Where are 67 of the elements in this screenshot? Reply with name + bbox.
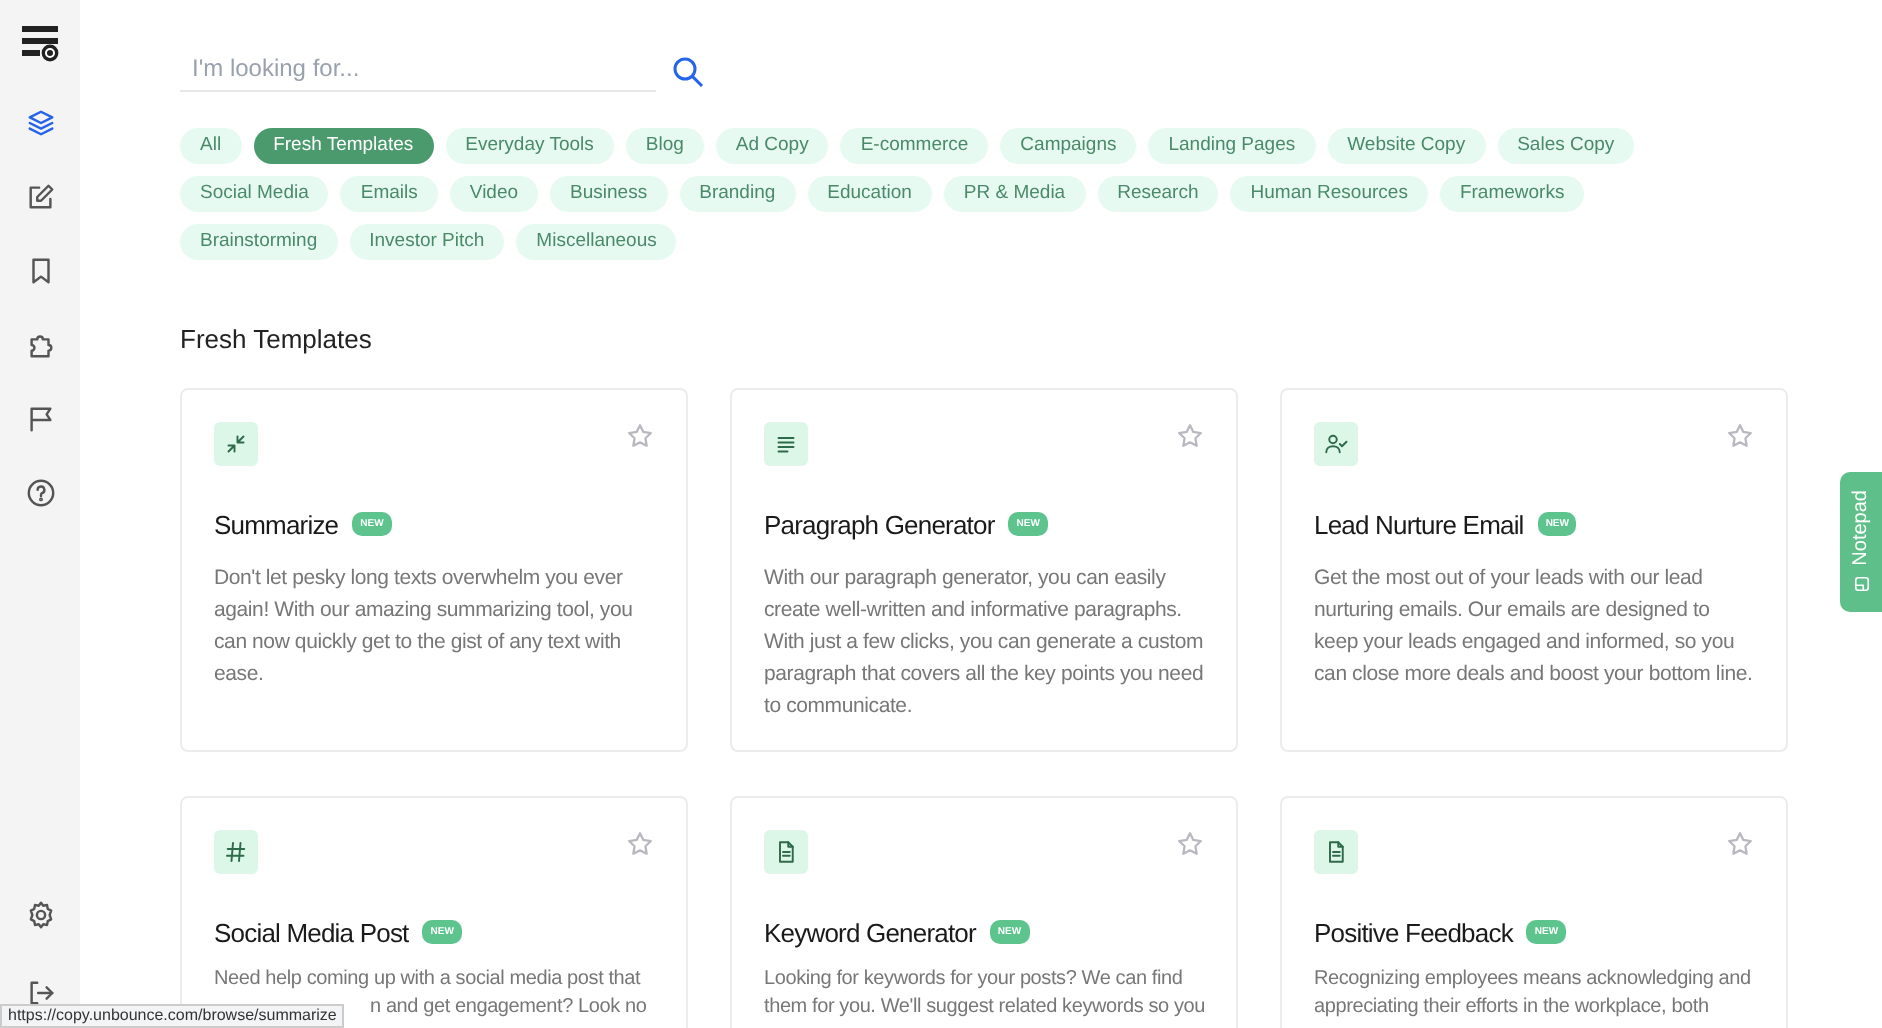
category-chip[interactable]: Website Copy	[1327, 128, 1486, 164]
template-title: Keyword Generator	[764, 915, 976, 952]
document-icon	[1324, 839, 1348, 863]
star-icon[interactable]	[1176, 829, 1204, 857]
star-icon[interactable]	[1726, 421, 1754, 449]
category-chip[interactable]: Social Media	[180, 176, 329, 212]
category-chip[interactable]: Research	[1097, 176, 1219, 212]
layers-icon[interactable]	[25, 108, 55, 138]
category-chip[interactable]: Video	[449, 176, 539, 212]
template-card[interactable]	[1280, 387, 1788, 751]
section-title: Fresh Templates	[180, 322, 374, 358]
lines-icon	[774, 431, 798, 455]
search-icon[interactable]	[672, 56, 704, 88]
note-icon	[1851, 573, 1871, 594]
template-description-line: appreciating their efforts in the workplace, both	[1314, 994, 1709, 1022]
category-chip[interactable]: Brainstorming	[180, 224, 338, 260]
category-chip[interactable]: Ad Copy	[715, 128, 829, 164]
category-chip[interactable]: All	[180, 128, 242, 164]
category-chip[interactable]: Human Resources	[1230, 176, 1428, 212]
star-icon[interactable]	[1176, 421, 1204, 449]
hash-icon	[224, 839, 248, 863]
logo-icon[interactable]	[20, 24, 60, 64]
arrows-icon	[224, 431, 248, 455]
flag-icon[interactable]	[25, 404, 55, 434]
category-chip[interactable]: Investor Pitch	[349, 224, 505, 260]
template-description: Get the most out of your leads with our lead nurturing emails. Our emails are designed to keep your leads engaged and informed, so you can close more deals and boost your bottom line.	[1314, 564, 1754, 690]
help-icon[interactable]	[25, 478, 55, 508]
status-url: https://copy.unbounce.com/browse/summarize	[0, 1004, 345, 1028]
template-title: Paragraph Generator	[764, 507, 995, 544]
category-chip[interactable]: Branding	[679, 176, 796, 212]
category-chip[interactable]: Frameworks	[1439, 176, 1585, 212]
category-chip[interactable]: Miscellaneous	[516, 224, 677, 260]
category-chip[interactable]: Fresh Templates	[253, 128, 434, 164]
user-check-icon	[1324, 431, 1348, 455]
category-chip[interactable]: Sales Copy	[1497, 128, 1635, 164]
template-description-line: n and get engagement? Look no	[370, 994, 647, 1022]
category-chip[interactable]: Blog	[625, 128, 704, 164]
star-icon[interactable]	[626, 421, 654, 449]
category-chip[interactable]: Campaigns	[1000, 128, 1137, 164]
notepad-label: Notepad	[1848, 490, 1874, 566]
template-description-line: Need help coming up with a social media post that	[214, 966, 641, 994]
star-icon[interactable]	[626, 829, 654, 857]
template-title: Positive Feedback	[1314, 915, 1513, 951]
category-chip[interactable]: Education	[807, 176, 932, 212]
edit-icon[interactable]	[25, 182, 55, 212]
template-description: Don't let pesky long texts overwhelm you ever again! With our amazing summarizing tool, you can now quickly get to the gist of any text with ease.	[214, 564, 635, 690]
category-chip[interactable]: Everyday Tools	[445, 128, 614, 164]
notepad-tab[interactable]: Notepad	[1840, 472, 1882, 612]
template-description-line: them for you. We'll suggest related keywords so you	[764, 994, 1206, 1022]
template-title: Summarize	[214, 507, 339, 543]
template-card[interactable]	[730, 387, 1238, 751]
logout-icon[interactable]	[25, 978, 55, 1008]
template-title: Social Media Post	[214, 915, 409, 951]
category-chip[interactable]: Emails	[340, 176, 438, 212]
template-description-line: Looking for keywords for your posts? We can find	[764, 966, 1183, 994]
category-chip[interactable]: E-commerce	[840, 128, 989, 164]
template-description: With our paragraph generator, you can easily create well-written and informative paragraphs. With just a few clicks, you can generate a custom paragraph that covers all the key points you need to communicate.	[764, 564, 1204, 722]
category-chip[interactable]: Landing Pages	[1148, 128, 1316, 164]
category-chip[interactable]: PR & Media	[943, 176, 1086, 212]
template-title: Lead Nurture Email	[1314, 507, 1524, 543]
template-description-line: Recognizing employees means acknowledging and	[1314, 966, 1751, 994]
search-field[interactable]: I'm looking for...	[180, 44, 656, 92]
star-icon[interactable]	[1726, 829, 1754, 857]
category-chip[interactable]: Business	[550, 176, 668, 212]
settings-icon[interactable]	[25, 900, 55, 930]
document-icon	[774, 839, 798, 863]
puzzle-icon[interactable]	[25, 330, 55, 360]
